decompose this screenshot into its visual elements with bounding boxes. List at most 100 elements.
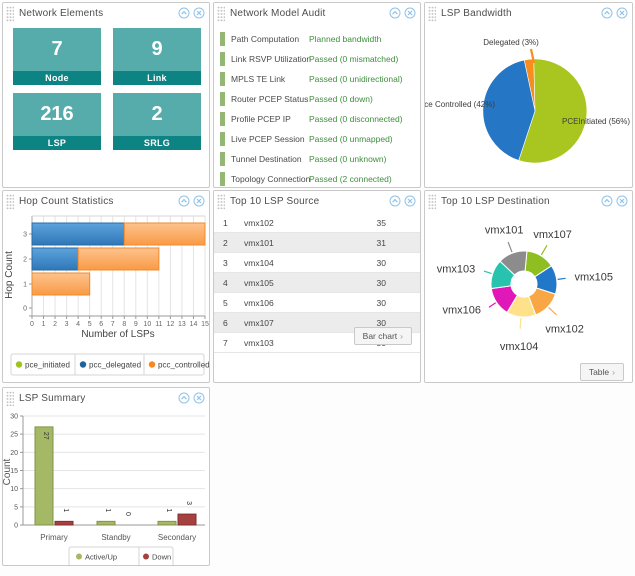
x-axis-title: Number of LSPs [81, 329, 154, 340]
bar-Active/Up[interactable] [158, 521, 176, 525]
collapse-icon[interactable] [389, 195, 401, 207]
bar-segment-pcc_controlled[interactable] [78, 248, 159, 270]
close-icon[interactable] [404, 7, 416, 19]
close-icon[interactable] [616, 195, 628, 207]
leader-line [541, 245, 547, 255]
bar-chart-button[interactable]: Bar chart› [354, 327, 412, 345]
audit-check-status: Passed (0 unmapped) [309, 134, 393, 144]
close-icon[interactable] [193, 7, 205, 19]
row-node-name: vmx105 [244, 278, 274, 288]
audit-row: Link RSVP UtilizationPassed (0 mismatche… [214, 50, 420, 70]
legend-label-Down[interactable]: Down [152, 553, 171, 562]
y-tick-label: 10 [10, 486, 18, 493]
x-tick-label: 4 [76, 321, 80, 328]
panel-title: Top 10 LSP Source [230, 196, 319, 207]
collapse-icon[interactable] [178, 195, 190, 207]
bar-Down[interactable] [178, 514, 196, 525]
close-icon[interactable] [616, 7, 628, 19]
bar-Down[interactable] [55, 521, 73, 525]
category-label: Primary [40, 533, 68, 542]
legend-label-pcc_delegated[interactable]: pcc_delegated [89, 361, 141, 370]
y-tick-label: 5 [14, 504, 18, 511]
legend-label-Active/Up[interactable]: Active/Up [85, 553, 117, 562]
legend-dot-pce_initiated [16, 361, 22, 367]
bar-value-label: 27 [42, 432, 49, 440]
element-tile-lsp[interactable]: 216LSP [13, 93, 101, 150]
audit-check-status: Passed (0 mismatched) [309, 54, 398, 64]
legend-dot-Down [143, 554, 149, 560]
table-view-button[interactable]: Table› [580, 363, 624, 381]
y-tick-label: 0 [23, 306, 27, 313]
audit-list: Path ComputationPlanned bandwidthLink RS… [214, 25, 420, 188]
x-tick-label: 8 [122, 321, 126, 328]
close-icon[interactable] [404, 195, 416, 207]
drag-handle-icon[interactable] [6, 194, 14, 210]
panel-top-10-lsp-destination: Top 10 LSP Destination vmx107vmx105vmx10… [424, 190, 633, 383]
audit-row: Live PCEP Session Passed (0 unmapped) [214, 130, 420, 150]
collapse-icon[interactable] [601, 7, 613, 19]
panel-title: Hop Count Statistics [19, 196, 114, 207]
slice-label: PCEInitiated (56%) [562, 117, 630, 126]
leader-line [489, 303, 496, 307]
drag-handle-icon[interactable] [217, 6, 225, 22]
tile-value: 7 [13, 28, 101, 71]
bar-segment-pcc_delegated[interactable] [32, 248, 78, 270]
audit-check-label: Live PCEP Session [231, 134, 305, 144]
button-label: Bar chart [363, 331, 398, 341]
tile-value: 9 [113, 28, 201, 71]
tile-label: Link [113, 71, 201, 85]
element-tile-node[interactable]: 7Node [13, 28, 101, 85]
audit-check-status: Passed (2 connected) [309, 174, 392, 184]
row-rank: 2 [223, 238, 228, 248]
bar-Active/Up[interactable] [97, 521, 115, 525]
lsp-bandwidth-pie-chart: Delegated (3%)PCEInitiated (56%)Device C… [425, 25, 632, 188]
donut-label-vmx106: vmx106 [442, 305, 481, 317]
legend-label-pcc_controlled[interactable]: pcc_controlled [158, 361, 210, 370]
legend-dot-Active/Up [76, 554, 82, 560]
category-label: Secondary [158, 533, 196, 542]
table-row[interactable]: 1vmx10235 [214, 213, 420, 233]
bar-segment-pcc_controlled[interactable] [124, 223, 205, 245]
element-tiles: 7Node9Link216LSP2SRLG [3, 25, 209, 150]
bar-segment-pcc_delegated[interactable] [32, 223, 124, 245]
collapse-icon[interactable] [178, 7, 190, 19]
drag-handle-icon[interactable] [428, 194, 436, 210]
close-icon[interactable] [193, 195, 205, 207]
table-row[interactable]: 2vmx10131 [214, 233, 420, 253]
table-row[interactable]: 4vmx10530 [214, 273, 420, 293]
element-tile-srlg[interactable]: 2SRLG [113, 93, 201, 150]
audit-check-status: Passed (0 unidirectional) [309, 74, 403, 84]
status-bar-icon [220, 172, 225, 186]
audit-check-label: MPLS TE Link [231, 74, 285, 84]
bar-value-label: 1 [104, 508, 111, 512]
row-node-name: vmx101 [244, 238, 274, 248]
tile-label: LSP [13, 136, 101, 150]
collapse-icon[interactable] [178, 392, 190, 404]
close-icon[interactable] [193, 392, 205, 404]
audit-row: Router PCEP StatusPassed (0 down) [214, 90, 420, 110]
status-bar-icon [220, 52, 225, 66]
donut-label-vmx103: vmx103 [437, 263, 476, 275]
table-row[interactable]: 5vmx10630 [214, 293, 420, 313]
pie-svg: Delegated (3%)PCEInitiated (56%)Device C… [425, 25, 633, 188]
bar-Active/Up[interactable] [35, 427, 53, 525]
table-row[interactable]: 3vmx10430 [214, 253, 420, 273]
collapse-icon[interactable] [389, 7, 401, 19]
drag-handle-icon[interactable] [217, 194, 225, 210]
tile-value: 2 [113, 93, 201, 136]
bar-segment-pcc_controlled[interactable] [32, 273, 90, 295]
drag-handle-icon[interactable] [6, 6, 14, 22]
row-count: 30 [377, 258, 386, 268]
status-bar-icon [220, 132, 225, 146]
legend-label-pce_initiated[interactable]: pce_initiated [25, 361, 70, 370]
audit-check-status: Passed (0 down) [309, 94, 373, 104]
leader-line [520, 318, 521, 329]
drag-handle-icon[interactable] [6, 391, 14, 407]
row-rank: 6 [223, 318, 228, 328]
row-rank: 5 [223, 298, 228, 308]
audit-check-label: Router PCEP Status [231, 94, 308, 104]
collapse-icon[interactable] [601, 195, 613, 207]
element-tile-link[interactable]: 9Link [113, 28, 201, 85]
status-bar-icon [220, 112, 225, 126]
drag-handle-icon[interactable] [428, 6, 436, 22]
